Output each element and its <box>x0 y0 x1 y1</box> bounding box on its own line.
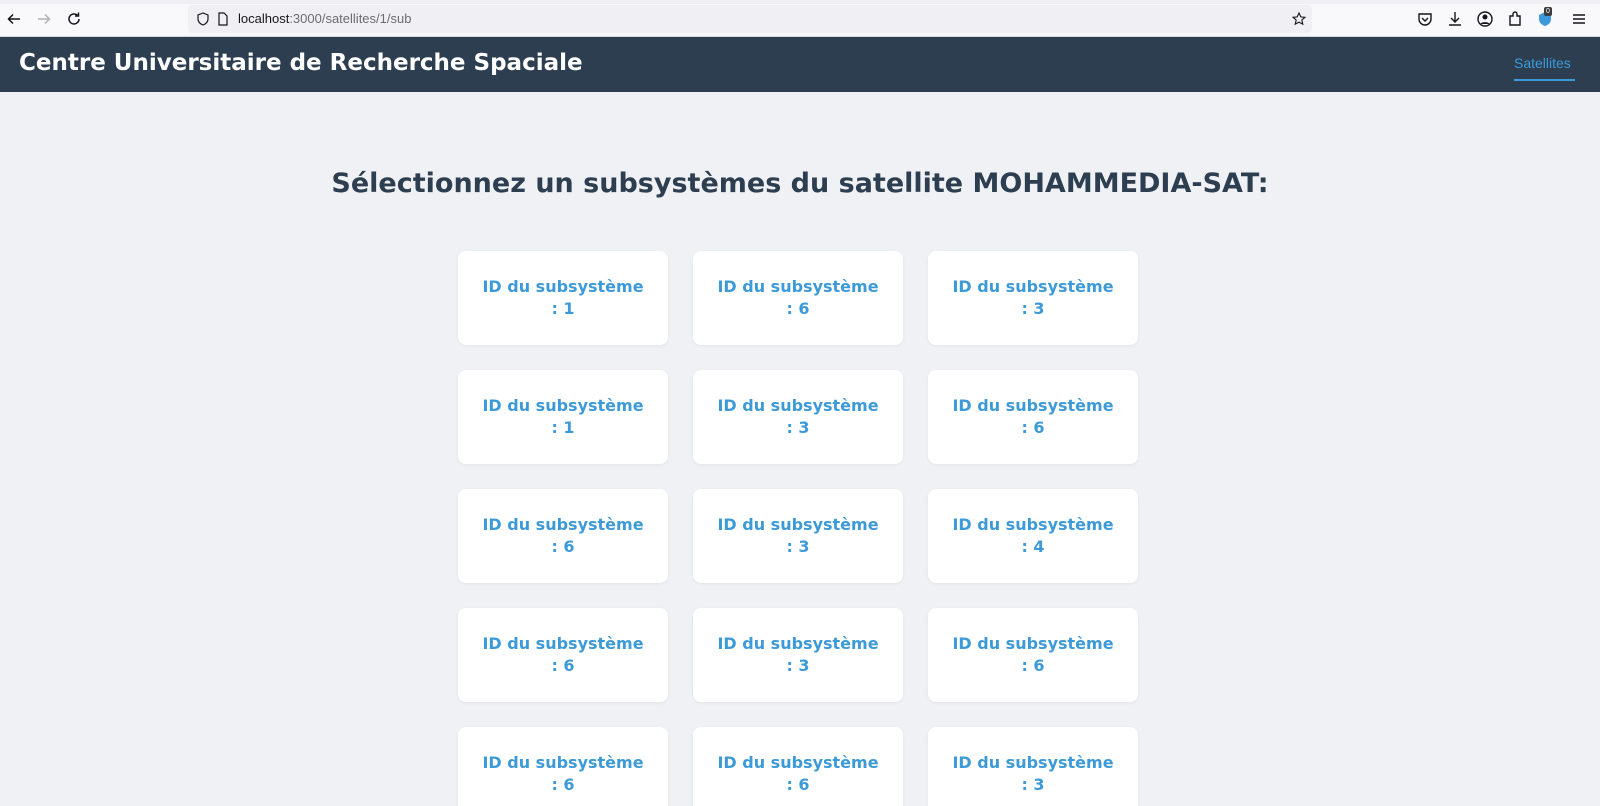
url-text[interactable]: localhost:3000/satellites/1/sub <box>238 11 411 26</box>
account-icon[interactable] <box>1476 10 1494 28</box>
subsystem-card-label: ID du subsystème <box>482 277 644 296</box>
subsystem-card[interactable]: ID du subsystème : 6 <box>928 370 1138 464</box>
subsystem-card[interactable]: ID du subsystème : 3 <box>693 370 903 464</box>
browser-toolbar: localhost:3000/satellites/1/sub 0 <box>0 0 1600 37</box>
forward-arrow-icon <box>38 13 51 25</box>
subsystem-card-label: ID du subsystème <box>482 515 644 534</box>
subsystem-card-label: ID du subsystème <box>717 277 879 296</box>
subsystem-card[interactable]: ID du subsystème : 6 <box>693 251 903 345</box>
shield-icon[interactable] <box>196 12 210 26</box>
subsystem-card[interactable]: ID du subsystème : 3 <box>693 608 903 702</box>
tab-strip-edge <box>0 0 1600 4</box>
subsystem-card-label: ID du subsystème <box>482 634 644 653</box>
subsystem-card[interactable]: ID du subsystème : 3 <box>928 727 1138 806</box>
forward-button[interactable] <box>34 9 54 29</box>
subsystem-card-id: : 4 <box>1021 537 1045 556</box>
nav-link-satellites[interactable]: Satellites <box>1514 55 1571 71</box>
subsystem-card-label: ID du subsystème <box>952 515 1114 534</box>
extension-badge: 0 <box>1544 7 1552 16</box>
subsystem-card[interactable]: ID du subsystème : 4 <box>928 489 1138 583</box>
subsystem-card-label: ID du subsystème <box>717 515 879 534</box>
subsystem-card-label: ID du subsystème <box>952 753 1114 772</box>
subsystem-card-id: : 1 <box>551 418 575 437</box>
reload-button[interactable] <box>64 9 84 29</box>
page-icon <box>218 12 228 26</box>
subsystem-card[interactable]: ID du subsystème : 3 <box>693 489 903 583</box>
subsystem-card-id: : 6 <box>551 656 575 675</box>
reload-icon <box>68 12 80 25</box>
download-icon[interactable] <box>1446 10 1464 28</box>
subsystem-card[interactable]: ID du subsystème : 6 <box>928 608 1138 702</box>
subsystem-card[interactable]: ID du subsystème : 6 <box>458 608 668 702</box>
subsystem-card[interactable]: ID du subsystème : 6 <box>693 727 903 806</box>
subsystem-card-label: ID du subsystème <box>482 396 644 415</box>
app-header: Centre Universitaire de Recherche Spacia… <box>0 37 1600 92</box>
subsystem-card[interactable]: ID du subsystème : 3 <box>928 251 1138 345</box>
subsystem-card[interactable]: ID du subsystème : 6 <box>458 727 668 806</box>
subsystem-card-id: : 6 <box>551 537 575 556</box>
subsystem-card-id: : 3 <box>1021 775 1045 794</box>
subsystem-card-id: : 6 <box>1021 656 1045 675</box>
subsystem-card-id: : 6 <box>786 775 810 794</box>
url-host: localhost <box>238 11 290 26</box>
subsystem-card-id: : 3 <box>786 537 810 556</box>
back-button[interactable] <box>4 9 24 29</box>
nav-active-underline <box>1514 79 1575 81</box>
subsystem-card-id: : 6 <box>551 775 575 794</box>
subsystem-card-label: ID du subsystème <box>952 277 1114 296</box>
subsystem-card-id: : 3 <box>1021 299 1045 318</box>
subsystem-card-id: : 3 <box>786 418 810 437</box>
subsystem-card[interactable]: ID du subsystème : 1 <box>458 251 668 345</box>
subsystem-card-id: : 6 <box>786 299 810 318</box>
page-title: Sélectionnez un subsystèmes du satellite… <box>331 168 1269 199</box>
subsystem-card-label: ID du subsystème <box>952 634 1114 653</box>
subsystem-card-label: ID du subsystème <box>717 396 879 415</box>
subsystem-card-label: ID du subsystème <box>717 634 879 653</box>
back-arrow-icon <box>7 13 20 25</box>
extensions-icon[interactable] <box>1506 10 1524 28</box>
subsystem-card-label: ID du subsystème <box>952 396 1114 415</box>
subsystem-card-id: : 6 <box>1021 418 1045 437</box>
subsystem-card[interactable]: ID du subsystème : 1 <box>458 370 668 464</box>
subsystem-card-id: : 3 <box>786 656 810 675</box>
subsystem-card-label: ID du subsystème <box>482 753 644 772</box>
bookmark-star-icon[interactable] <box>1292 12 1306 26</box>
subsystem-card-label: ID du subsystème <box>717 753 879 772</box>
url-path: :3000/satellites/1/sub <box>289 11 412 26</box>
address-bar[interactable]: localhost:3000/satellites/1/sub <box>188 5 1312 33</box>
subsystem-card[interactable]: ID du subsystème : 6 <box>458 489 668 583</box>
pocket-icon[interactable] <box>1416 10 1434 28</box>
app-title[interactable]: Centre Universitaire de Recherche Spacia… <box>19 50 583 76</box>
subsystem-card-id: : 1 <box>551 299 575 318</box>
hamburger-menu-icon[interactable] <box>1570 10 1588 28</box>
